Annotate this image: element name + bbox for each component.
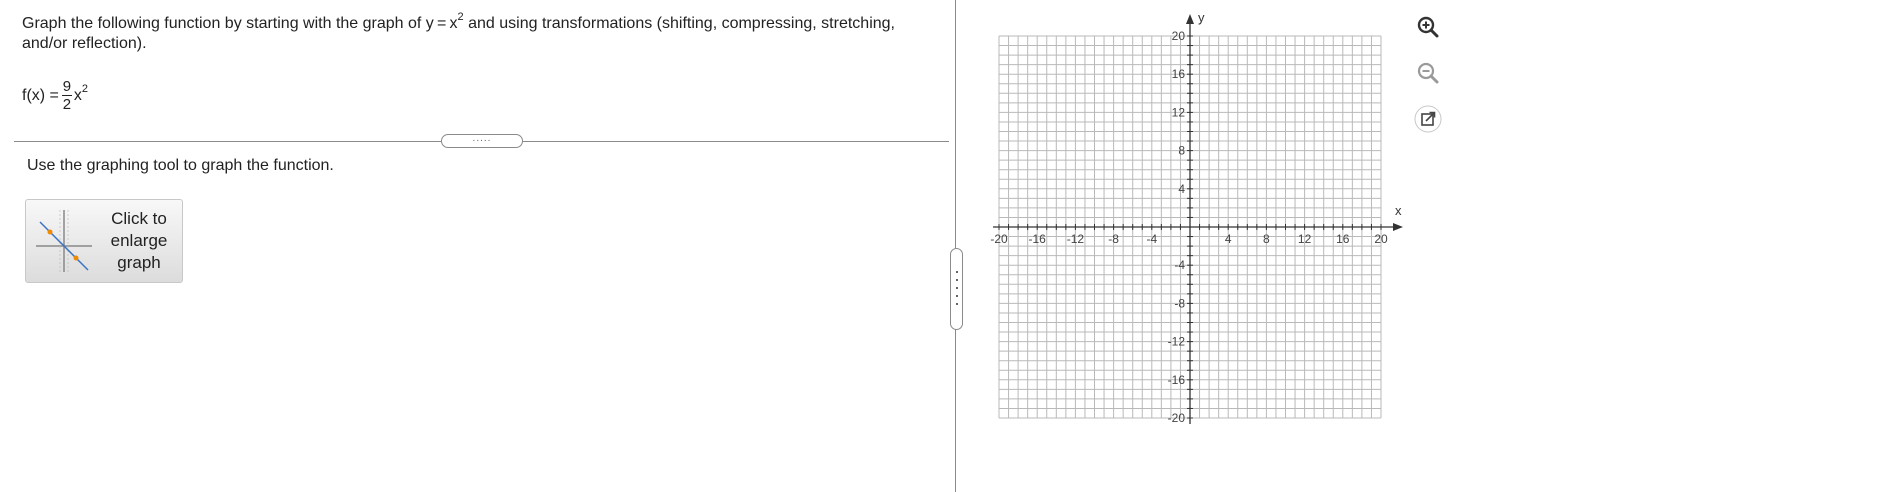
zoom-out-icon	[1417, 62, 1439, 84]
y-tick-label: 8	[1178, 144, 1185, 158]
x-tick-label: 12	[1298, 232, 1312, 246]
y-tick-label: 4	[1178, 182, 1185, 196]
function-variable: x	[73, 86, 82, 104]
x-axis-label: x	[1395, 203, 1402, 218]
question-text: Graph the following function by starting…	[22, 10, 922, 54]
x-tick-label: -12	[1067, 232, 1085, 246]
y-tick-label: -16	[1168, 373, 1186, 387]
popout-button[interactable]	[1410, 101, 1446, 137]
fraction-numerator: 9	[62, 78, 72, 95]
popout-icon	[1414, 105, 1442, 133]
prompt-part1: Graph the following function by starting…	[22, 15, 458, 32]
y-tick-label: 12	[1172, 105, 1186, 119]
vertical-divider	[955, 0, 956, 492]
x-tick-label: -16	[1029, 232, 1047, 246]
y-axis-label: y	[1198, 10, 1205, 25]
enlarge-graph-button[interactable]: Click to enlarge graph	[25, 199, 183, 283]
y-tick-label: -4	[1174, 258, 1185, 272]
function-formula: f(x) = 9 2 x2	[22, 78, 88, 113]
graph-thumbnail-icon	[36, 210, 92, 272]
x-tick-label: -8	[1108, 232, 1119, 246]
y-tick-label: -20	[1168, 411, 1186, 425]
x-tick-label: -4	[1146, 232, 1157, 246]
prompt-exponent: 2	[457, 10, 464, 23]
question-pane: Graph the following function by starting…	[0, 0, 955, 492]
axes	[993, 14, 1403, 424]
y-tick-label: -8	[1174, 296, 1185, 310]
x-tick-label: 16	[1336, 232, 1350, 246]
zoom-out-button[interactable]	[1410, 55, 1446, 91]
x-tick-label: 4	[1225, 232, 1232, 246]
zoom-in-icon	[1417, 16, 1439, 38]
function-lhs: f(x) =	[22, 86, 59, 104]
instructions: Use the graphing tool to graph the funct…	[27, 157, 334, 174]
zoom-in-button[interactable]	[1410, 9, 1446, 45]
y-axis-arrow	[1186, 14, 1194, 24]
fraction-denominator: 2	[62, 96, 72, 113]
x-axis-arrow	[1393, 223, 1403, 231]
y-tick-label: 16	[1172, 67, 1186, 81]
enlarge-graph-label: Click to enlarge graph	[110, 209, 168, 272]
coordinate-graph[interactable]: -20 -16 -12 -8 -4 4 8 12 16 20 20 16 12 8 4 -4 -8 -12 -16 -…	[990, 10, 1410, 430]
divider-drag-handle[interactable]: .....	[441, 134, 523, 148]
x-tick-label: -20	[990, 232, 1008, 246]
vertical-drag-handle[interactable]	[950, 248, 963, 330]
x-tick-label: 8	[1263, 232, 1270, 246]
function-exponent: 2	[81, 82, 89, 95]
y-tick-label: 20	[1172, 29, 1186, 43]
coefficient-fraction: 9 2	[61, 78, 72, 113]
x-tick-label: 20	[1374, 232, 1388, 246]
y-tick-label: -12	[1168, 335, 1186, 349]
